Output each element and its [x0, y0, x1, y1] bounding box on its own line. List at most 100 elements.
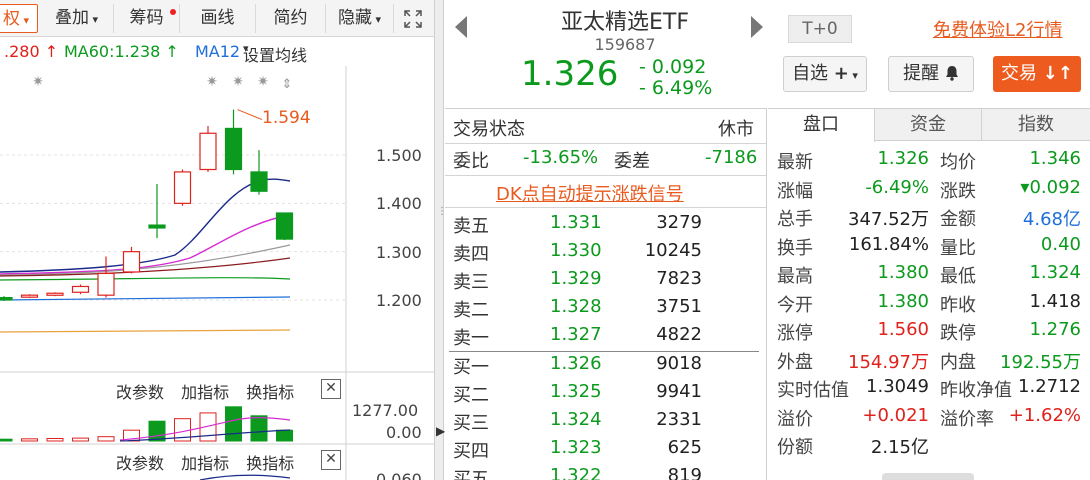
order-book-row[interactable]: 卖一 1.327 4822: [445, 324, 766, 352]
free-l2-quote-link[interactable]: 免费体验L2行情: [933, 16, 1062, 42]
next-stock-icon[interactable]: [751, 16, 763, 38]
stats-row: 外盘 154.97万 内盘 192.55万: [768, 348, 1090, 376]
trade-status-value: 休市: [718, 119, 754, 140]
order-book-row[interactable]: 买二 1.325 9941: [445, 381, 766, 409]
indicator-bar-macd: 改参数 加指标 换指标: [116, 450, 294, 474]
indicator-bar-volume: 改参数 加指标 换指标: [116, 379, 294, 403]
peak-price-label: 1.594: [262, 108, 311, 128]
stat-label: 量比: [940, 237, 976, 259]
stats-row: 最高 1.380 最低 1.324: [768, 262, 1090, 290]
order-book-row[interactable]: 买三 1.324 2331: [445, 409, 766, 437]
close-indicator-icon[interactable]: ✕: [321, 450, 341, 470]
level-volume: 4822: [656, 324, 702, 345]
trade-label: 交易: [1001, 63, 1038, 84]
stat-label: 最高: [777, 266, 813, 287]
candle-up: [71, 285, 90, 293]
level-label: 卖二: [453, 300, 489, 321]
stats-row: 换手 161.84% 量比 0.40: [768, 234, 1090, 262]
dk-signal-link[interactable]: DK点自动提示涨跌信号: [496, 180, 684, 206]
add-indicator-button[interactable]: 加指标: [181, 454, 229, 473]
order-book-row[interactable]: 买四 1.323 625: [445, 437, 766, 465]
stat-value: 192.55万: [1000, 351, 1081, 373]
price-tick: 1.300: [376, 243, 422, 262]
candle-down: [148, 224, 166, 229]
plus-icon: +: [833, 63, 849, 84]
level-volume: 7823: [656, 268, 702, 289]
stats-row: 溢价 +0.021 溢价率 +1.62%: [768, 405, 1090, 433]
stat-label: 份额: [777, 437, 813, 458]
stat-value: -6.49%: [865, 176, 929, 198]
tab-index[interactable]: 指数: [982, 109, 1090, 141]
stat-value: ▾0.092: [1020, 176, 1081, 198]
close-indicator-icon[interactable]: ✕: [321, 379, 341, 399]
candle-down: [275, 212, 294, 240]
price-tick: 1.400: [376, 194, 422, 213]
stats-row: 最新 1.326 均价 1.346: [768, 148, 1090, 176]
remind-button[interactable]: 提醒: [888, 56, 974, 92]
level-label: 卖一: [453, 328, 489, 349]
tab-funds[interactable]: 资金: [875, 109, 982, 141]
stats-row: 今开 1.380 昨收 1.418: [768, 291, 1090, 319]
stat-value: 1.560: [877, 319, 929, 340]
switch-indicator-button[interactable]: 换指标: [246, 454, 294, 473]
stock-code: 159687: [594, 35, 656, 54]
stat-label: 内盘: [940, 351, 976, 373]
volume-tick-min: 0.00: [386, 423, 422, 442]
tab-order-book[interactable]: 盘口: [768, 109, 875, 142]
candle-up: [46, 292, 64, 296]
level-label: 卖四: [453, 244, 489, 265]
stat-value: 1.346: [1029, 148, 1081, 169]
stats-row: 涨停 1.560 跌停 1.276: [768, 319, 1090, 347]
peak-pointer: [237, 109, 263, 121]
stat-label: 涨跌: [940, 180, 976, 202]
switch-indicator-button[interactable]: 换指标: [246, 383, 294, 402]
updown-marker-icon: ⇕: [282, 77, 293, 92]
ma60-line: [0, 277, 291, 281]
level-label: 买四: [453, 441, 489, 462]
level-volume: 9018: [656, 353, 702, 374]
level-volume: 3751: [656, 296, 702, 317]
candle-up: [122, 251, 141, 273]
order-book-row[interactable]: 买五 1.322 819: [445, 465, 766, 480]
level-label: 买五: [453, 469, 489, 480]
order-book-row[interactable]: 卖三 1.329 7823: [445, 268, 766, 296]
stat-label: 溢价: [777, 408, 813, 430]
order-book-row[interactable]: 卖四 1.330 10245: [445, 240, 766, 268]
order-book-row[interactable]: 买一 1.326 9018: [445, 353, 766, 381]
macd-tick: 0.060: [376, 470, 422, 480]
kline-chart-panel[interactable]: 权 ▾ 叠加 ▾ 筹码 画线 简约 隐藏 ▾ .280 ↑ MA60:1.238…: [0, 0, 434, 480]
level-price: 1.331: [550, 212, 602, 233]
change-percent: - 6.49%: [639, 77, 713, 99]
collapse-arrow-icon[interactable]: ▶: [436, 424, 445, 438]
previous-stock-icon[interactable]: [455, 16, 467, 38]
bid-ask-diff-value: -7186: [705, 147, 758, 168]
stat-value: +0.021: [862, 404, 929, 426]
panel-splitter[interactable]: ⋮ ▶: [434, 0, 447, 480]
stock-name: 亚太精选ETF: [561, 10, 689, 35]
stats-row: 涨幅 -6.49% 涨跌 ▾0.092: [768, 177, 1090, 205]
level-label: 买二: [453, 385, 489, 406]
edit-params-button[interactable]: 改参数: [116, 454, 164, 473]
stat-value: 1.326: [877, 148, 929, 169]
ma10-line: [0, 214, 291, 275]
level-price: 1.328: [550, 296, 602, 317]
spread-divider: [449, 351, 759, 352]
stat-label: 最低: [940, 266, 976, 287]
signal-star-icon: ✷: [206, 74, 218, 90]
add-watchlist-button[interactable]: 自选 + ▾: [783, 56, 867, 92]
stat-label: 涨幅: [777, 180, 813, 202]
candle-up: [173, 171, 192, 204]
watchlist-label: 自选: [792, 63, 829, 84]
stat-label: 今开: [777, 294, 813, 316]
order-book-row[interactable]: 卖二 1.328 3751: [445, 296, 766, 324]
expand-handle[interactable]: [882, 473, 974, 480]
edit-params-button[interactable]: 改参数: [116, 383, 164, 402]
candle-up: [97, 272, 115, 296]
volume-tick-max: 1277.00: [352, 401, 419, 420]
trade-button[interactable]: 交易 ↓↑: [993, 56, 1081, 92]
level-volume: 3279: [656, 212, 702, 233]
stats-row: 份额 2.15亿: [768, 433, 1090, 461]
add-indicator-button[interactable]: 加指标: [181, 383, 229, 402]
order-book-row[interactable]: 卖五 1.331 3279: [445, 212, 766, 240]
candle-down: [224, 127, 243, 171]
